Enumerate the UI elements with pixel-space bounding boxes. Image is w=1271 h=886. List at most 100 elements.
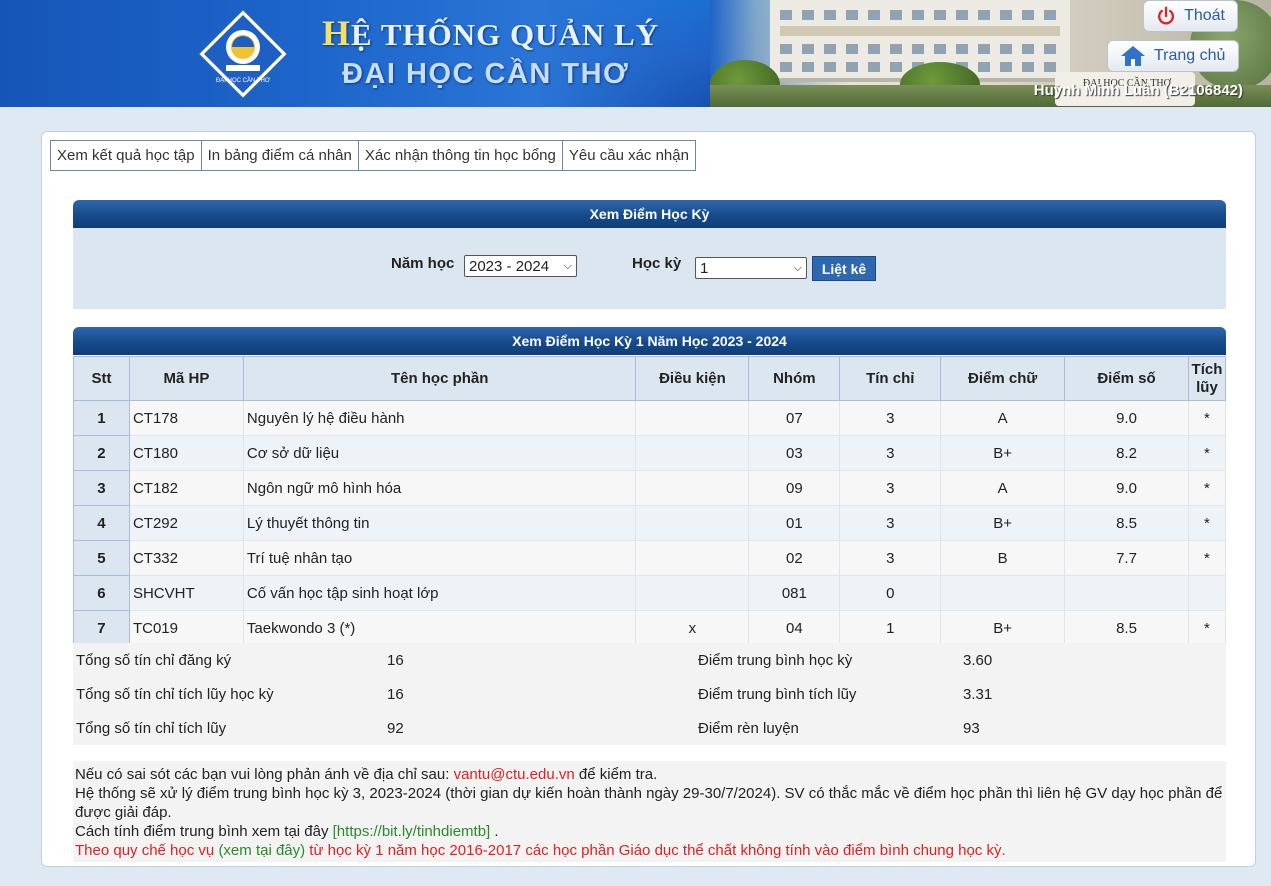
tab-view-results[interactable]: Xem kết quả học tập: [50, 140, 202, 171]
total-accum-credits-value: 92: [387, 720, 404, 737]
course-condition: [635, 505, 750, 541]
row-number: 1: [73, 400, 130, 436]
course-name: Ngôn ngữ mô hình hóa: [242, 470, 637, 506]
accumulated-mark: *: [1187, 470, 1227, 506]
accum-gpa-value: 3.31: [963, 686, 993, 703]
conduct-score-label: Điểm rèn luyện: [698, 720, 799, 737]
accumulated-mark: *: [1187, 435, 1227, 471]
accumulated-mark: [1187, 575, 1227, 611]
letter-grade: B: [940, 540, 1066, 576]
home-button[interactable]: Trang chủ: [1107, 40, 1239, 72]
course-condition: [635, 575, 750, 611]
filter-box-title: Xem Điểm Học Kỳ: [73, 200, 1226, 228]
course-condition: x: [635, 610, 750, 646]
course-credits: 3: [839, 435, 942, 471]
conduct-score-value: 93: [963, 720, 980, 737]
header-banner: ĐẠI HỌC CẦN THƠ ĐẠI HỌC CẦN THƠ HỆ THỐNG…: [0, 0, 1271, 107]
course-name: Trí tuệ nhân tạo: [242, 540, 637, 576]
total-accum-credits-label: Tổng số tín chỉ tích lũy: [76, 720, 227, 737]
course-group: 07: [748, 400, 841, 436]
row-number: 3: [73, 470, 130, 506]
row-number: 5: [73, 540, 130, 576]
filter-form: Năm học 2023 - 2024 ⌵ Học kỳ 1 ⌵ Liệt kê: [73, 228, 1226, 309]
regulation-link[interactable]: (xem tại đây): [218, 842, 305, 859]
course-code: SHCVHT: [128, 575, 244, 611]
course-code: CT178: [128, 400, 244, 436]
column-header: Điều kiện: [635, 356, 750, 401]
column-header: Tên học phần: [242, 356, 637, 401]
term-label: Học kỳ: [632, 255, 682, 272]
course-group: 081: [748, 575, 841, 611]
accumulated-mark: *: [1187, 505, 1227, 541]
tab-print-transcript[interactable]: In bảng điểm cá nhân: [201, 140, 359, 171]
numeric-score: 9.0: [1064, 470, 1189, 506]
course-group: 03: [748, 435, 841, 471]
letter-grade: B+: [940, 610, 1066, 646]
tab-request-confirmation[interactable]: Yêu cầu xác nhận: [562, 140, 696, 171]
course-name: Taekwondo 3 (*): [242, 610, 637, 646]
course-condition: [635, 470, 750, 506]
course-code: CT332: [128, 540, 244, 576]
course-code: CT180: [128, 435, 244, 471]
credit-summary: Tổng số tín chỉ đăng ký 16 Điểm trung bì…: [73, 643, 1226, 745]
chevron-down-icon: ⌵: [563, 259, 572, 272]
notice-box: Nếu có sai sót các bạn vui lòng phản ánh…: [73, 761, 1226, 862]
course-credits: 3: [839, 540, 942, 576]
support-email-link[interactable]: vantu@ctu.edu.vn: [454, 766, 575, 783]
logout-label: Thoát: [1184, 7, 1225, 24]
course-credits: 1: [839, 610, 942, 646]
course-name: Cơ sở dữ liệu: [242, 435, 637, 471]
term-gpa-value: 3.60: [963, 652, 993, 669]
row-number: 7: [73, 610, 130, 646]
accumulated-mark: *: [1187, 540, 1227, 576]
tab-scholarship-confirmation[interactable]: Xác nhận thông tin học bổng: [358, 140, 563, 171]
course-condition: [635, 435, 750, 471]
year-label: Năm học: [391, 255, 455, 272]
course-credits: 3: [839, 400, 942, 436]
registered-credits-value: 16: [387, 652, 404, 669]
course-credits: 3: [839, 505, 942, 541]
gpa-calc-link[interactable]: [https://bit.ly/tinhdiemtb]: [333, 823, 491, 840]
notice-regulation: Theo quy chế học vụ (xem tại đây) từ học…: [75, 842, 1006, 859]
table-header-row: Stt Mã HP Tên học phần Điều kiện Nhóm Tí…: [73, 356, 1227, 401]
numeric-score: 7.7: [1064, 540, 1189, 576]
accumulated-mark: *: [1187, 400, 1227, 436]
course-code: CT292: [128, 505, 244, 541]
course-name: Cố vấn học tập sinh hoạt lớp: [242, 575, 637, 611]
numeric-score: 8.2: [1064, 435, 1189, 471]
term-accum-credits-value: 16: [387, 686, 404, 703]
course-code: TC019: [128, 610, 244, 646]
course-group: 04: [748, 610, 841, 646]
power-icon: [1158, 6, 1175, 25]
list-button[interactable]: Liệt kê: [812, 256, 876, 281]
numeric-score: 9.0: [1064, 400, 1189, 436]
table-row: 2 CT180 Cơ sở dữ liệu 03 3 B+ 8.2 *: [73, 435, 1227, 471]
table-row: 7 TC019 Taekwondo 3 (*) x 04 1 B+ 8.5 *: [73, 610, 1227, 646]
course-name: Nguyên lý hệ điều hành: [242, 400, 637, 436]
term-select-value: 1: [700, 259, 709, 277]
course-condition: [635, 540, 750, 576]
term-select[interactable]: 1 ⌵: [695, 257, 807, 279]
year-select-value: 2023 - 2024: [469, 257, 550, 275]
course-credits: 3: [839, 470, 942, 506]
column-header: Stt: [73, 356, 130, 401]
table-row: 3 CT182 Ngôn ngữ mô hình hóa 09 3 A 9.0 …: [73, 470, 1227, 506]
course-condition: [635, 400, 750, 436]
letter-grade: A: [940, 400, 1066, 436]
course-code: CT182: [128, 470, 244, 506]
notice-gpa-calc: Cách tính điểm trung bình xem tại đây [h…: [75, 823, 499, 840]
numeric-score: 8.5: [1064, 610, 1189, 646]
logout-button[interactable]: Thoát: [1143, 0, 1238, 32]
system-title: HỆ THỐNG QUẢN LÝ: [322, 13, 660, 53]
grades-table-title: Xem Điểm Học Kỳ 1 Năm Học 2023 - 2024: [73, 327, 1226, 355]
term-gpa-label: Điểm trung bình học kỳ: [698, 652, 853, 669]
row-number: 4: [73, 505, 130, 541]
notice-processing: Hệ thống sẽ xử lý điểm trung bình học kỳ…: [75, 785, 1223, 821]
tab-bar: Xem kết quả học tập In bảng điểm cá nhân…: [50, 140, 696, 171]
year-select[interactable]: 2023 - 2024 ⌵: [464, 255, 577, 277]
logo-text: ĐẠI HỌC CẦN THƠ: [216, 77, 270, 84]
chevron-down-icon: ⌵: [793, 261, 802, 274]
notice-feedback: Nếu có sai sót các bạn vui lòng phản ánh…: [75, 766, 658, 783]
home-icon: [1121, 46, 1145, 66]
letter-grade: B+: [940, 505, 1066, 541]
